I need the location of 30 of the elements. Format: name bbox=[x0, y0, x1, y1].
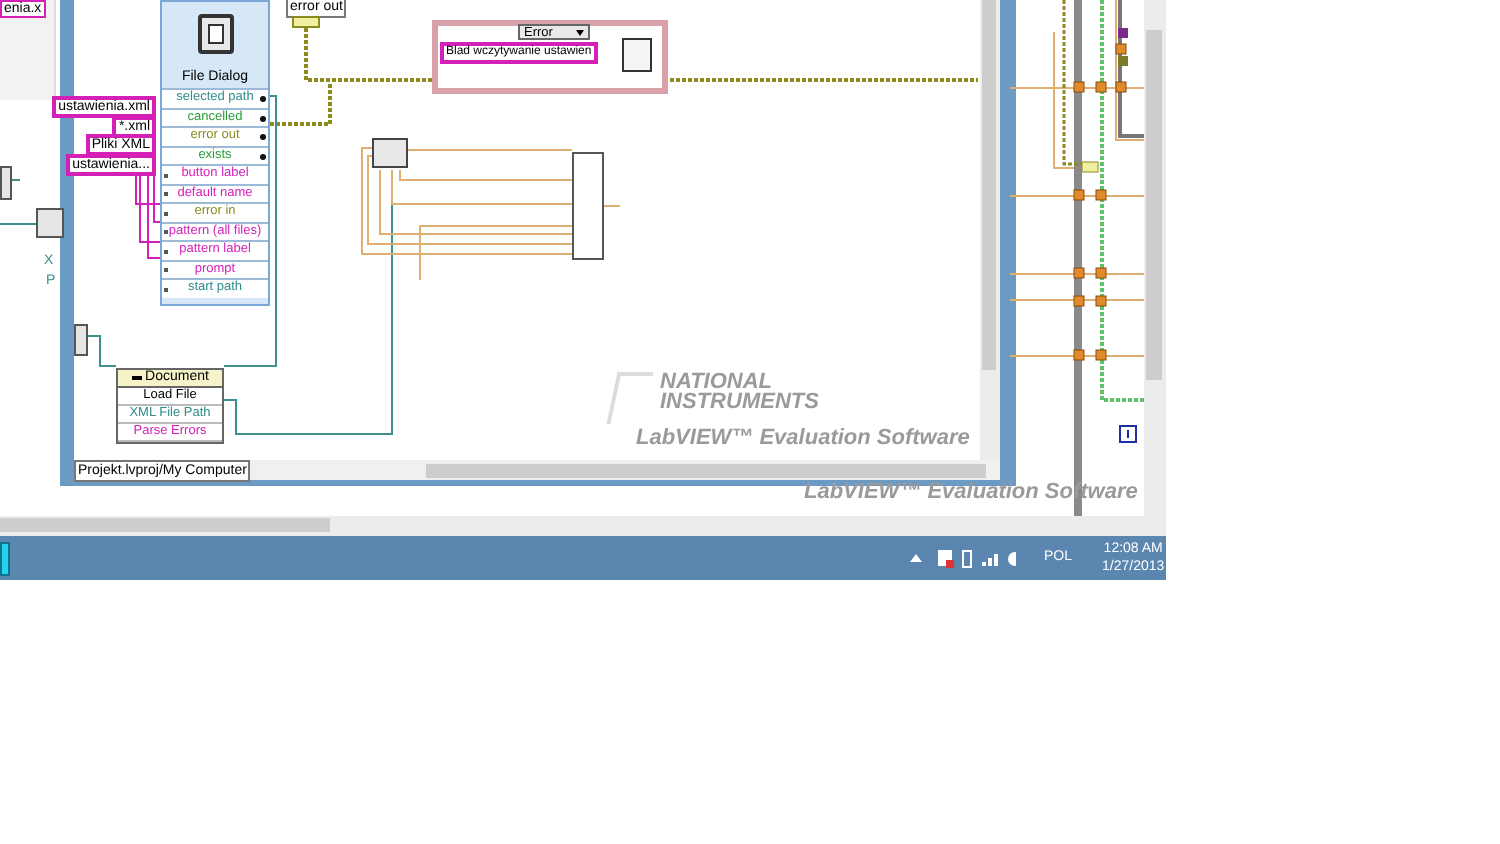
logo-icon bbox=[606, 372, 654, 424]
right-scrollbar[interactable] bbox=[1144, 0, 1166, 516]
wire bbox=[0, 223, 37, 225]
monitor-icon bbox=[372, 138, 408, 168]
dropdown-icon bbox=[576, 29, 585, 35]
wire bbox=[603, 205, 621, 207]
volume-icon[interactable] bbox=[1008, 551, 1022, 565]
flag-icon[interactable] bbox=[938, 550, 952, 566]
signal-icon[interactable] bbox=[982, 551, 998, 565]
watermark-text: INSTRUMENTS bbox=[660, 392, 819, 412]
vertical-scrollbar[interactable] bbox=[980, 0, 1000, 460]
bundle-node bbox=[572, 152, 604, 260]
node-icon bbox=[0, 166, 12, 200]
watermark-text: NATIONAL bbox=[660, 372, 773, 392]
error-cluster-icon bbox=[292, 16, 320, 28]
horizontal-scrollbar[interactable] bbox=[426, 463, 987, 477]
wire bbox=[11, 179, 21, 181]
caret-icon[interactable] bbox=[910, 554, 922, 562]
wire bbox=[87, 335, 117, 367]
node-icon bbox=[36, 208, 64, 238]
battery-icon[interactable] bbox=[962, 549, 972, 567]
taskbar-app-button[interactable] bbox=[0, 542, 10, 576]
document-icon bbox=[197, 14, 233, 54]
scrollbar-thumb[interactable] bbox=[982, 0, 996, 370]
watermark-text: LabVIEW™ Evaluation Software bbox=[636, 426, 970, 450]
scrollbar-thumb[interactable] bbox=[1146, 30, 1162, 380]
scrollbar-thumb[interactable] bbox=[0, 518, 330, 532]
dialog-icon bbox=[622, 38, 652, 72]
horizontal-scrollbar[interactable] bbox=[0, 516, 1166, 536]
node-icon bbox=[74, 324, 88, 356]
